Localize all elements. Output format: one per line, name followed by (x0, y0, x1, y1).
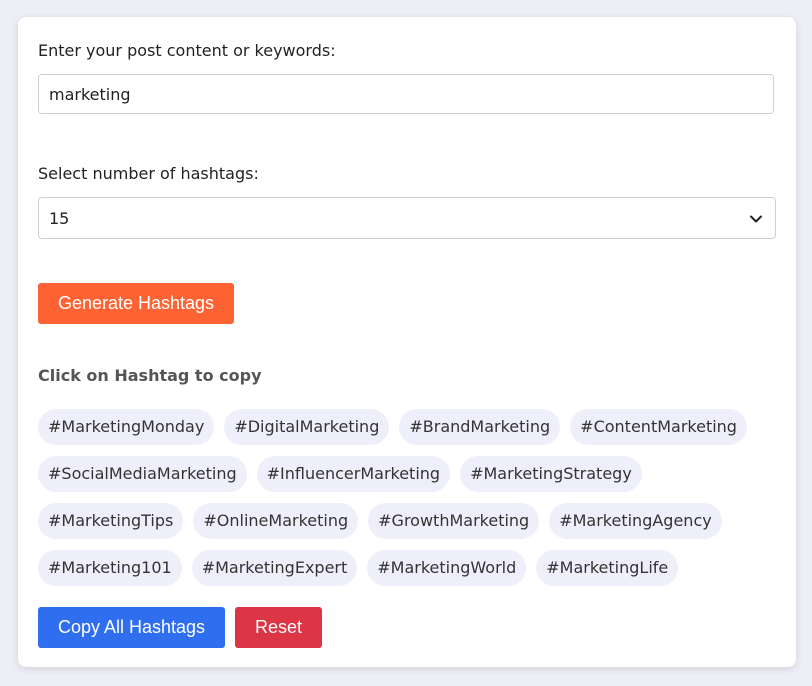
generate-hashtags-button[interactable]: Generate Hashtags (38, 283, 234, 324)
reset-button[interactable]: Reset (235, 607, 322, 648)
hashtag-chip[interactable]: #MarketingExpert (191, 550, 358, 586)
hashtag-chip[interactable]: #BrandMarketing (399, 409, 561, 445)
hashtag-list: #MarketingMonday #DigitalMarketing #Bran… (38, 409, 783, 586)
hashtag-chip[interactable]: #MarketingWorld (367, 550, 527, 586)
chevron-down-icon (750, 215, 762, 223)
hashtag-chip[interactable]: #DigitalMarketing (224, 409, 390, 445)
hashtag-chip[interactable]: #MarketingStrategy (460, 456, 642, 492)
hashtag-chip[interactable]: #MarketingTips (38, 503, 184, 539)
hashtag-chip[interactable]: #SocialMediaMarketing (38, 456, 247, 492)
hashtag-generator-card: Enter your post content or keywords: Sel… (18, 17, 796, 667)
hashtag-chip[interactable]: #GrowthMarketing (368, 503, 540, 539)
content-label: Enter your post content or keywords: (38, 41, 336, 60)
hashtag-count-select[interactable]: 15 (38, 197, 776, 239)
hashtag-chip[interactable]: #MarketingMonday (38, 409, 215, 445)
count-label: Select number of hashtags: (38, 164, 259, 183)
content-input[interactable] (38, 74, 774, 114)
hashtag-chip[interactable]: #Marketing101 (38, 550, 182, 586)
hashtag-chip[interactable]: #ContentMarketing (570, 409, 747, 445)
hashtag-results-title: Click on Hashtag to copy (38, 366, 262, 385)
hashtag-chip[interactable]: #OnlineMarketing (193, 503, 359, 539)
copy-all-hashtags-button[interactable]: Copy All Hashtags (38, 607, 225, 648)
hashtag-chip[interactable]: #MarketingAgency (549, 503, 722, 539)
hashtag-chip[interactable]: #InfluencerMarketing (256, 456, 451, 492)
hashtag-count-value: 15 (49, 209, 70, 228)
hashtag-chip[interactable]: #MarketingLife (536, 550, 679, 586)
